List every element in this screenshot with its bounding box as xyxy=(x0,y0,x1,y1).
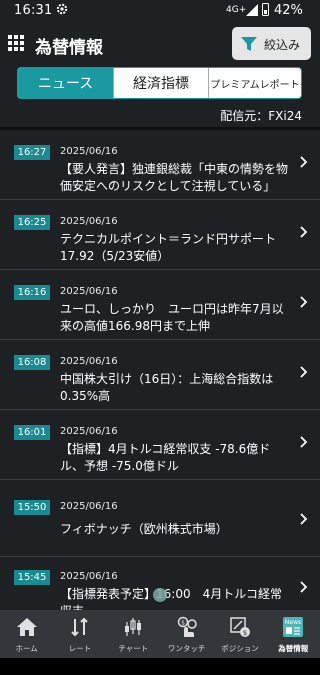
chevron-right-icon xyxy=(300,296,308,308)
chevron-right-icon xyxy=(300,366,308,378)
news-time-badge: 15:50 xyxy=(14,500,50,515)
nav-label: チャート xyxy=(118,644,149,653)
nav-item-one-touch[interactable]: $ ワンタッチ xyxy=(160,610,213,658)
bottom-navigation: ホーム レート チャート $ ワンタッチ $ ポジション News 為替情報 xyxy=(0,610,320,658)
news-date: 2025/06/16 xyxy=(60,571,118,582)
nav-item-rate[interactable]: レート xyxy=(53,610,106,658)
news-date: 2025/06/16 xyxy=(60,286,118,297)
nav-label: ホーム xyxy=(15,644,38,653)
nav-item-chart[interactable]: チャート xyxy=(107,610,160,658)
battery-percent: 42% xyxy=(274,3,303,18)
battery-icon xyxy=(262,3,269,16)
news-headline: 【指標発表予定】16:00 4月トルコ経常収支 xyxy=(60,587,282,610)
tab-economic-indicators[interactable]: 経済指標 xyxy=(113,68,208,98)
news-date: 2025/06/16 xyxy=(60,216,118,227)
news-time-badge: 15:45 xyxy=(14,570,50,585)
news-date: 2025/06/16 xyxy=(60,501,118,512)
network-type: 4G+ xyxy=(226,5,247,15)
nav-item-home[interactable]: ホーム xyxy=(0,610,53,658)
filter-button-label: 絞込み xyxy=(264,38,301,52)
settings-gear-icon xyxy=(56,3,68,15)
news-badge-text: News xyxy=(285,619,301,626)
status-time: 16:31 xyxy=(14,3,53,18)
news-item[interactable]: 16:16 2025/06/16 ユーロ、しっかり ユーロ円は昨年7月以来の高値… xyxy=(0,270,320,340)
news-item[interactable]: 16:08 2025/06/16 中国株大引け（16日）：上海総合指数は0.35… xyxy=(0,340,320,410)
tab-premium-report[interactable]: プレミアムレポート xyxy=(208,68,301,98)
news-time-badge: 16:27 xyxy=(14,145,50,160)
loading-indicator xyxy=(153,588,167,602)
chevron-right-icon xyxy=(300,581,308,593)
funnel-icon xyxy=(241,37,257,51)
chevron-right-icon xyxy=(300,513,308,525)
news-time-badge: 16:25 xyxy=(14,215,50,230)
rate-icon xyxy=(71,617,88,637)
nav-label: レート xyxy=(68,644,92,653)
news-item[interactable]: 16:01 2025/06/16 【指標】4月トルコ経常収支 -78.6億ドル、… xyxy=(0,410,320,480)
news-icon: News xyxy=(283,617,304,637)
list-divider xyxy=(0,479,320,480)
one-touch-icon: $ xyxy=(177,616,197,637)
system-navigation-bar xyxy=(0,658,320,675)
news-time-badge: 16:08 xyxy=(14,355,50,370)
news-headline: ユーロ、しっかり ユーロ円は昨年7月以来の高値166.98円まで上伸 xyxy=(60,302,284,333)
position-icon: $ xyxy=(230,617,250,637)
svg-text:$: $ xyxy=(243,629,247,637)
news-headline: 【指標】4月トルコ経常収支 -78.6億ドル、予想 -75.0億ドル xyxy=(60,442,271,473)
news-time-badge: 16:16 xyxy=(14,285,50,300)
nav-label: ポジション xyxy=(221,644,259,653)
chevron-right-icon xyxy=(300,436,308,448)
page-title: 為替情報 xyxy=(35,38,103,58)
menu-grid-icon[interactable] xyxy=(8,35,24,51)
news-time-badge: 16:01 xyxy=(14,425,50,440)
chevron-right-icon xyxy=(300,156,308,168)
news-date: 2025/06/16 xyxy=(60,146,118,157)
news-item[interactable]: 16:27 2025/06/16 【要人発言】独連銀総裁「中東の情勢を物価安定へ… xyxy=(0,130,320,200)
news-item[interactable]: 16:25 2025/06/16 テクニカルポイント＝ランド円サポート17.92… xyxy=(0,200,320,270)
home-icon xyxy=(16,618,37,636)
chevron-right-icon xyxy=(300,226,308,238)
news-list[interactable]: 16:27 2025/06/16 【要人発言】独連銀総裁「中東の情勢を物価安定へ… xyxy=(0,130,320,610)
chart-icon xyxy=(125,618,142,636)
news-source: 配信元：FXi24 xyxy=(220,109,302,123)
news-headline: 中国株大引け（16日）：上海総合指数は0.35%高 xyxy=(60,372,274,403)
nav-item-position[interactable]: $ ポジション xyxy=(213,610,266,658)
status-bar: 16:31 4G+ 42% xyxy=(0,0,320,22)
tab-news[interactable]: ニュース xyxy=(18,68,113,98)
news-item[interactable]: 15:50 2025/06/16 フィボナッチ（欧州株式市場） xyxy=(0,485,320,555)
news-date: 2025/06/16 xyxy=(60,356,118,367)
nav-label: 為替情報 xyxy=(278,644,309,653)
news-date: 2025/06/16 xyxy=(60,426,118,437)
signal-icon xyxy=(246,4,258,16)
filter-button[interactable]: 絞込み xyxy=(232,27,311,60)
nav-label: ワンタッチ xyxy=(167,644,206,653)
news-headline: フィボナッチ（欧州株式市場） xyxy=(60,522,228,536)
nav-item-news[interactable]: News 為替情報 xyxy=(267,610,320,658)
app-header: 為替情報 絞込み xyxy=(0,22,320,66)
category-tabs: ニュース 経済指標 プレミアムレポート xyxy=(17,67,302,99)
svg-text:$: $ xyxy=(181,620,185,627)
news-headline: テクニカルポイント＝ランド円サポート17.92（5/23安値） xyxy=(60,232,277,263)
news-headline: 【要人発言】独連銀総裁「中東の情勢を物価安定へのリスクとして注視している」 xyxy=(60,162,289,193)
